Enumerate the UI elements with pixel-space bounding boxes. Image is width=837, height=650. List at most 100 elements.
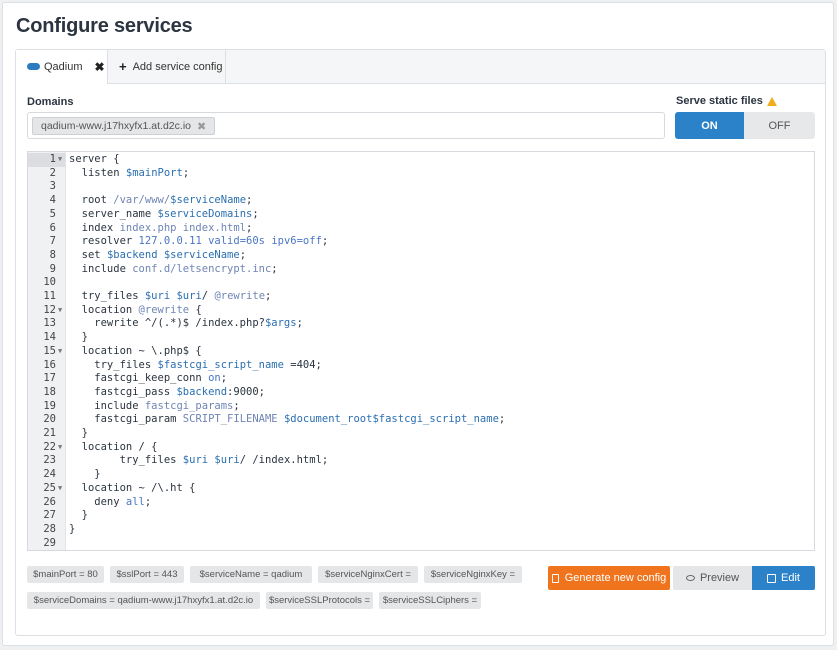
code-text: location ~ \.php$ {	[69, 344, 202, 357]
editor-line[interactable]: 8 set $backend $serviceName;	[28, 249, 814, 263]
warning-icon	[766, 96, 777, 106]
editor-line[interactable]: 25 ▼ location ~ /\.ht {	[28, 482, 814, 496]
line-number: 27	[43, 509, 56, 522]
editor-line[interactable]: 13 rewrite ^/(.*)$ /index.php?$args;	[28, 317, 814, 331]
editor-line[interactable]: 18 fastcgi_pass $backend:9000;	[28, 386, 814, 400]
line-number: 25	[43, 481, 56, 494]
close-icon[interactable]: ✖	[95, 60, 105, 74]
line-number: 11	[43, 290, 56, 302]
code-text: try_files $fastcgi_script_name =404;	[69, 358, 322, 371]
editor-line[interactable]: 1 ▼ server {	[28, 153, 814, 167]
editor-line[interactable]: 2 listen $mainPort;	[28, 167, 814, 181]
editor-line[interactable]: 21 }	[28, 427, 814, 441]
editor-line[interactable]: 23 try_files $uri $uri/ /index.html;	[28, 454, 814, 468]
line-number: 16	[43, 358, 56, 371]
fold-arrow-icon[interactable]: ▼	[58, 345, 62, 359]
generate-new-config-label: Generate new config	[564, 572, 667, 584]
line-number: 2	[49, 166, 56, 179]
add-service-config-tab[interactable]: + Add service config	[108, 50, 226, 83]
editor-line[interactable]: 4 root /var/www/$serviceName;	[28, 194, 814, 208]
line-number: 10	[43, 276, 56, 289]
configure-services-card: Configure services Qadium ✖ + Add servic…	[2, 2, 834, 646]
variable-chip: $serviceNginxKey =	[424, 566, 522, 583]
fold-arrow-icon[interactable]: ▼	[58, 153, 62, 167]
code-text: }	[69, 468, 101, 481]
config-code-editor[interactable]: 1 ▼ server {2 listen $mainPort; 3 4 root /va…	[27, 151, 815, 551]
toggle-on-button[interactable]: ON	[675, 112, 744, 139]
line-number: 1	[28, 153, 56, 167]
preview-button[interactable]: Preview	[673, 566, 752, 590]
code-text: }	[69, 509, 88, 522]
code-text: include fastcgi_params;	[69, 399, 240, 412]
editor-line[interactable]: 15 ▼ location ~ \.php$ {	[28, 345, 814, 359]
code-text: include conf.d/letsencrypt.inc;	[69, 262, 278, 275]
line-number: 14	[43, 331, 56, 344]
editor-line[interactable]: 26 deny all;	[28, 496, 814, 510]
code-text: fastcgi_keep_conn on;	[69, 372, 228, 385]
editor-line[interactable]: 5 server_name $serviceDomains;	[28, 208, 814, 222]
line-number: 5	[49, 207, 56, 220]
code-text: fastcgi_param SCRIPT_FILENAME $document_…	[69, 413, 506, 426]
editor-line[interactable]: 3	[28, 180, 814, 194]
editor-line[interactable]: 10	[28, 276, 814, 290]
line-number: 4	[49, 194, 56, 207]
line-number: 3	[49, 180, 56, 193]
code-text: server_name $serviceDomains;	[69, 207, 259, 220]
code-text: index index.php index.html;	[69, 221, 253, 234]
code-text: resolver 127.0.0.11 valid=60s ipv6=off;	[69, 235, 329, 248]
cloud-icon	[27, 62, 40, 70]
code-text: try_files $uri $uri/ /index.html;	[69, 454, 329, 467]
editor-line[interactable]: 7 resolver 127.0.0.11 valid=60s ipv6=off…	[28, 235, 814, 249]
editor-line[interactable]: 27 }	[28, 509, 814, 523]
editor-line[interactable]: 22 ▼ location / {	[28, 441, 814, 455]
toggle-off-button[interactable]: OFF	[744, 112, 815, 139]
variable-chip: $serviceSSLCiphers =	[379, 592, 481, 609]
editor-line[interactable]: 6 index index.php index.html;	[28, 222, 814, 236]
service-tabs: Qadium ✖ + Add service config	[16, 50, 825, 84]
domains-input[interactable]: qadium-www.j17hxyfx1.at.d2c.io ✖	[27, 112, 665, 139]
line-number: 7	[49, 235, 56, 248]
editor-line[interactable]: 16 try_files $fastcgi_script_name =404;	[28, 359, 814, 373]
code-text: location @rewrite {	[69, 303, 202, 316]
add-service-config-label: Add service config	[132, 60, 223, 73]
fold-arrow-icon[interactable]: ▼	[58, 482, 62, 496]
editor-line[interactable]: 24 }	[28, 468, 814, 482]
fold-arrow-icon[interactable]: ▼	[58, 441, 62, 455]
static-files-toggle: ON OFF	[675, 112, 815, 139]
code-text: try_files $uri $uri/ @rewrite;	[69, 290, 272, 302]
editor-line[interactable]: 14 }	[28, 331, 814, 345]
edit-button[interactable]: Edit	[752, 566, 815, 590]
generate-new-config-button[interactable]: Generate new config	[548, 566, 670, 590]
editor-line[interactable]: 19 include fastcgi_params;	[28, 400, 814, 414]
line-number: 13	[43, 317, 56, 330]
editor-line[interactable]: 11 try_files $uri $uri/ @rewrite;	[28, 290, 814, 304]
editor-line[interactable]: 29	[28, 537, 814, 550]
variable-chip: $serviceDomains = qadium-www.j17hxyfx1.a…	[27, 592, 260, 609]
variable-chip: $serviceName = qadium	[190, 566, 312, 583]
editor-line[interactable]: 17 fastcgi_keep_conn on;	[28, 372, 814, 386]
line-number: 15	[43, 344, 56, 357]
page-title: Configure services	[16, 15, 193, 37]
remove-domain-icon[interactable]: ✖	[197, 120, 206, 133]
service-panel: Qadium ✖ + Add service config Domains qa…	[15, 49, 826, 636]
editor-line[interactable]: 28}	[28, 523, 814, 537]
editor-line[interactable]: 12 ▼ location @rewrite {	[28, 304, 814, 318]
code-text: root /var/www/$serviceName;	[69, 194, 253, 207]
tab-qadium-label: Qadium	[44, 61, 83, 73]
line-number: 17	[43, 372, 56, 385]
variable-chip: $serviceNginxCert =	[318, 566, 418, 583]
tab-qadium[interactable]: Qadium ✖	[16, 50, 108, 84]
editor-line[interactable]: 9 include conf.d/letsencrypt.inc;	[28, 263, 814, 277]
editor-line[interactable]: 20 fastcgi_param SCRIPT_FILENAME $docume…	[28, 413, 814, 427]
edit-label: Edit	[781, 572, 800, 584]
code-text: location / {	[69, 440, 158, 453]
variable-chip: $mainPort = 80	[27, 566, 104, 583]
line-number: 19	[43, 399, 56, 412]
fold-arrow-icon[interactable]: ▼	[58, 304, 62, 318]
domains-label: Domains	[27, 96, 74, 108]
code-text: fastcgi_pass $backend:9000;	[69, 385, 265, 398]
code-text: deny all;	[69, 495, 152, 508]
preview-label: Preview	[699, 572, 740, 584]
code-text: location ~ /\.ht {	[69, 481, 196, 494]
line-number: 9	[49, 262, 56, 275]
